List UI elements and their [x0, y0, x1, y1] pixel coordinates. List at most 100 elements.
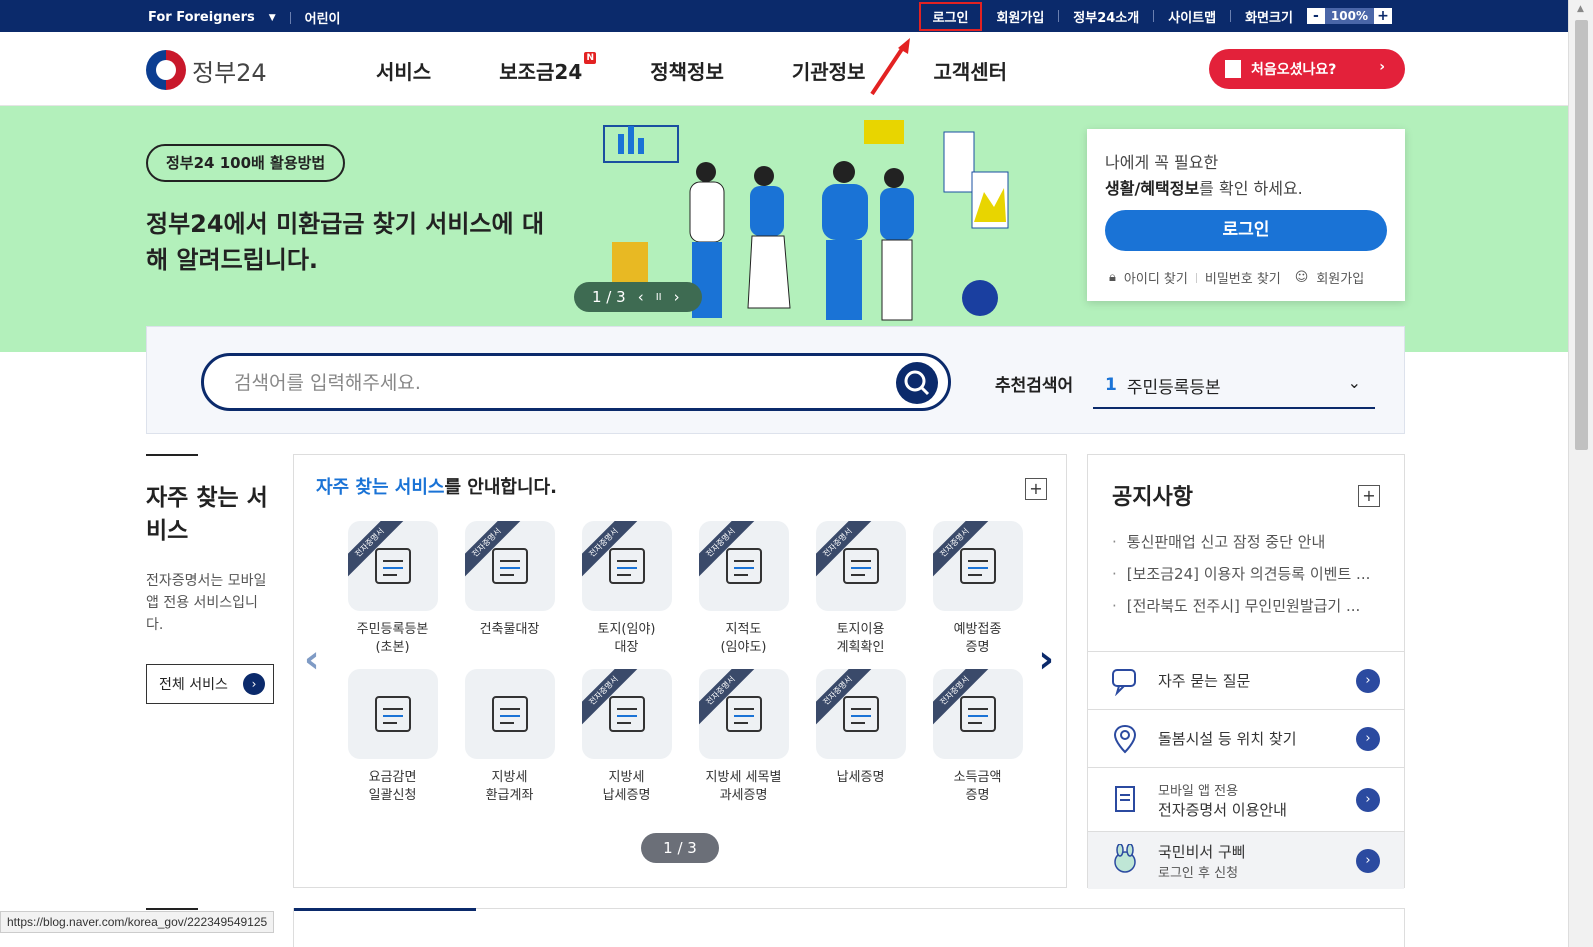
- land-map-icon: [608, 548, 645, 584]
- chevron-down-icon[interactable]: ▼: [269, 13, 276, 23]
- notice-item[interactable]: [전라북도 전주시] 무인민원발급기 ...: [1112, 595, 1370, 627]
- service-item[interactable]: 전자증명서 건축물대장: [451, 521, 568, 657]
- notice-title: 공지사항: [1112, 485, 1193, 510]
- recommend-label: 추천검색어: [995, 376, 1074, 396]
- zoom-in-button[interactable]: +: [1374, 8, 1392, 24]
- service-icon-box: 전자증명서: [347, 521, 438, 611]
- chat-bubble-icon: [1112, 669, 1136, 696]
- more-services-button[interactable]: +: [1025, 478, 1047, 500]
- scroll-up-icon[interactable]: ▲: [1577, 4, 1584, 14]
- carousel-next-button[interactable]: ›: [1038, 637, 1054, 681]
- panel-heading-rest: 를 안내합니다.: [444, 477, 557, 498]
- gubbi-link[interactable]: 국민비서 구삐 로그인 후 신청 ›: [1088, 831, 1404, 889]
- service-label: 요금감면 일괄신청: [368, 770, 417, 803]
- service-item[interactable]: 전자증명서 지적도 (임야도): [685, 521, 802, 657]
- first-visit-label: 처음오셨나요?: [1251, 62, 1337, 78]
- service-icon-box: 전자증명서: [815, 521, 906, 611]
- nav-subsidy[interactable]: 보조금24 N: [499, 52, 597, 85]
- page-scrollbar[interactable]: ▲: [1568, 0, 1593, 947]
- nav-policy[interactable]: 정책정보: [650, 56, 724, 85]
- login-box-line2: 생활/혜택정보를 확인 하세요.: [1105, 175, 1303, 199]
- service-icon-box: 전자증명서: [932, 669, 1023, 759]
- notice-item[interactable]: [보조금24] 이용자 의견등록 이벤트 ...: [1112, 563, 1371, 595]
- mobile-cert-link[interactable]: 모바일 앱 전용 전자증명서 이용안내 ›: [1088, 767, 1404, 831]
- main-header: 정부24 서비스 보조금24 N 정책정보 기관정보 고객센터 처음오셨나요? ›: [0, 32, 1568, 106]
- document-icon: [1115, 786, 1135, 812]
- first-visit-button[interactable]: 처음오셨나요? ›: [1209, 49, 1405, 89]
- hero-slider-control: 1 / 3 ‹ II ›: [574, 282, 702, 312]
- service-item[interactable]: 전자증명서 지방세 납세증명: [568, 669, 685, 805]
- notice-panel: 공지사항 + 통신판매업 신고 잠정 중단 안내 [보조금24] 이용자 의견등…: [1087, 454, 1405, 889]
- site-logo[interactable]: 정부24: [146, 50, 267, 90]
- id-card-icon: [374, 548, 411, 584]
- zoom-out-button[interactable]: -: [1306, 8, 1325, 24]
- scrollbar-thumb[interactable]: [1575, 20, 1588, 450]
- service-label: 소득금액 증명: [953, 770, 1002, 803]
- service-item[interactable]: 전자증명서 토지(임야) 대장: [568, 521, 685, 657]
- hero-pill-link[interactable]: 정부24 100배 활용방법: [146, 144, 346, 182]
- kids-link[interactable]: 어린이: [305, 8, 341, 27]
- screen-size-label: 화면크기: [1245, 10, 1293, 26]
- location-pin-icon: [1113, 724, 1137, 754]
- mobile-cert-sub: 모바일 앱 전용: [1158, 783, 1239, 799]
- service-item[interactable]: 전자증명서 예방접종 증명: [919, 521, 1036, 657]
- service-item[interactable]: 전자증명서소득금액 증명: [919, 669, 1036, 805]
- all-services-button[interactable]: 전체 서비스 ›: [146, 664, 274, 704]
- income-doc-icon: [959, 696, 996, 732]
- chevron-down-icon[interactable]: ⌄: [1348, 373, 1361, 392]
- chevron-right-icon: ›: [1356, 726, 1380, 751]
- care-facility-link[interactable]: 돌봄시설 등 위치 찾기 ›: [1088, 709, 1404, 767]
- service-item[interactable]: 지방세 환급계좌: [451, 669, 568, 805]
- panel-heading: 자주 찾는 서비스를 안내합니다.: [316, 473, 557, 499]
- top-login-link[interactable]: 로그인: [918, 1, 983, 31]
- service-label: 예방접종 증명: [953, 622, 1002, 655]
- nav-support[interactable]: 고객센터: [933, 56, 1007, 85]
- search-input[interactable]: [234, 370, 874, 396]
- find-id-link[interactable]: 아이디 찾기: [1124, 268, 1188, 287]
- zoom-control: - 100% +: [1306, 8, 1392, 24]
- gubbi-sub: 로그인 후 신청: [1158, 865, 1239, 881]
- recommend-dropdown[interactable]: 1 주민등록등본 ⌄: [1093, 363, 1375, 409]
- login-box-line2-rest: 를 확인 하세요.: [1199, 179, 1303, 198]
- notice-item[interactable]: 통신판매업 신고 잠정 중단 안내: [1112, 531, 1370, 563]
- service-icon-box: 전자증명서: [581, 669, 672, 759]
- chevron-right-icon: ›: [243, 673, 265, 695]
- about-link[interactable]: 정부24소개: [1073, 7, 1139, 26]
- notice-more-button[interactable]: +: [1358, 485, 1380, 507]
- user-icon: ☺: [1294, 270, 1309, 285]
- hero-counter: 1 / 3: [592, 288, 626, 306]
- hero-pause-button[interactable]: II: [656, 292, 662, 303]
- nav-agency[interactable]: 기관정보: [792, 56, 866, 85]
- service-item[interactable]: 전자증명서 주민등록등본 (초본): [334, 521, 451, 657]
- recommend-keyword[interactable]: 주민등록등본: [1127, 373, 1221, 398]
- service-item[interactable]: 전자증명서 토지이용 계획확인: [802, 521, 919, 657]
- hero-next-button[interactable]: ›: [674, 288, 680, 306]
- service-item[interactable]: 요금감면 일괄신청: [334, 669, 451, 805]
- service-item[interactable]: 전자증명서 납세증명: [802, 669, 919, 805]
- faq-label: 자주 묻는 질문: [1158, 672, 1251, 690]
- signup-link-box[interactable]: 회원가입: [1316, 268, 1364, 287]
- service-item[interactable]: 전자증명서 지방세 세목별 과세증명: [685, 669, 802, 805]
- signup-link[interactable]: 회원가입: [996, 7, 1044, 26]
- search-button[interactable]: [896, 362, 938, 404]
- recommend-rank: 1: [1105, 375, 1117, 395]
- chevron-right-icon: ›: [1356, 787, 1380, 812]
- logo-text: 정부24: [192, 58, 267, 87]
- divider: [1153, 10, 1155, 22]
- login-button[interactable]: 로그인: [1105, 210, 1387, 251]
- carousel-prev-button[interactable]: ‹: [304, 637, 320, 681]
- nav-services[interactable]: 서비스: [376, 56, 431, 85]
- service-label: 지방세 세목별 과세증명: [705, 770, 782, 803]
- for-foreigners-link[interactable]: For Foreigners: [148, 10, 255, 25]
- find-password-link[interactable]: 비밀번호 찾기: [1205, 268, 1281, 287]
- all-services-label: 전체 서비스: [159, 677, 228, 693]
- divider: [1230, 10, 1232, 22]
- hero-prev-button[interactable]: ‹: [638, 288, 644, 306]
- service-icon-box: 전자증명서: [581, 521, 672, 611]
- service-grid: 전자증명서 주민등록등본 (초본) 전자증명서 건축물대장 전자증명서 토지(임야) 대장…: [334, 521, 1034, 805]
- sitemap-link[interactable]: 사이트맵: [1168, 7, 1216, 26]
- login-box-line1: 나에게 꼭 필요한: [1105, 153, 1219, 172]
- chevron-right-icon: ›: [1379, 59, 1385, 75]
- frequent-services-panel: 자주 찾는 서비스를 안내합니다. + ‹ › 전자증명서 주민등록등본 (초본)…: [293, 454, 1067, 888]
- faq-link[interactable]: 자주 묻는 질문 ›: [1088, 651, 1404, 709]
